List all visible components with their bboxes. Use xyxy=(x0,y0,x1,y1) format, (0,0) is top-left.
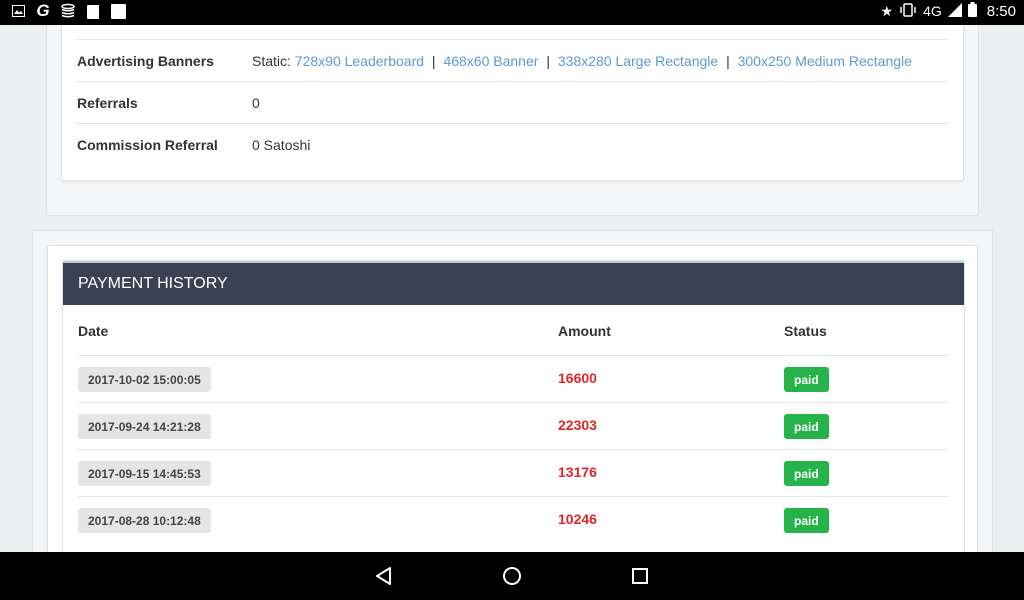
amount-value: 10246 xyxy=(558,511,597,527)
back-button[interactable] xyxy=(372,564,396,588)
referrals-row: Referrals 0 xyxy=(77,81,948,123)
date-label: 2017-09-15 14:45:53 xyxy=(78,461,211,486)
payment-history-panel: PAYMENT HISTORY Date Amount Status 2017-… xyxy=(62,260,965,552)
column-header-date: Date xyxy=(78,323,109,339)
commission-value: 0 Satoshi xyxy=(252,136,311,153)
network-type: 4G xyxy=(923,3,942,19)
navigation-bar xyxy=(0,552,1024,600)
column-header-amount: Amount xyxy=(558,323,611,339)
table-row: 2017-10-02 15:00:05 16600 paid xyxy=(78,355,949,402)
banner-link-728x90[interactable]: 728x90 Leaderboard xyxy=(295,53,424,69)
status-badge: paid xyxy=(784,461,829,486)
banner-link-468x60[interactable]: 468x60 Banner xyxy=(443,53,538,69)
table-row: 2017-08-28 10:12:48 10246 paid xyxy=(78,496,949,543)
date-label: 2017-10-02 15:00:05 xyxy=(78,367,211,392)
date-label: 2017-08-28 10:12:48 xyxy=(78,508,211,533)
amount-value: 13176 xyxy=(558,464,597,480)
payment-history-section: PAYMENT HISTORY Date Amount Status 2017-… xyxy=(32,230,993,552)
star-icon: ★ xyxy=(880,2,894,19)
payment-history-title: PAYMENT HISTORY xyxy=(63,261,964,305)
clock: 8:50 xyxy=(986,2,1016,20)
banner-link-338x280[interactable]: 338x280 Large Rectangle xyxy=(558,53,718,69)
status-badge: paid xyxy=(784,508,829,533)
advertising-banners-row: Advertising Banners Static: 728x90 Leade… xyxy=(77,39,948,81)
coins-icon xyxy=(60,3,76,19)
separator: | xyxy=(546,52,550,69)
info-value: Static: 728x90 Leaderboard | 468x60 Bann… xyxy=(252,53,912,69)
table-row: 2017-09-24 14:21:28 22303 paid xyxy=(78,402,949,449)
status-badge: paid xyxy=(784,367,829,392)
info-label: Referrals xyxy=(77,94,138,111)
commission-referral-row: Commission Referral 0 Satoshi xyxy=(77,123,948,165)
signal-icon xyxy=(947,2,962,20)
square-icon xyxy=(110,3,126,19)
vibrate-icon xyxy=(899,2,917,20)
amount-value: 22303 xyxy=(558,417,597,433)
referral-panel: Advertising Banners Static: 728x90 Leade… xyxy=(46,25,979,216)
clipboard-icon xyxy=(85,3,101,19)
payment-history-card: PAYMENT HISTORY Date Amount Status 2017-… xyxy=(47,245,978,552)
static-prefix: Static: xyxy=(252,52,295,69)
status-badge: paid xyxy=(784,414,829,439)
separator: | xyxy=(726,52,730,69)
battery-icon xyxy=(967,2,977,20)
image-icon xyxy=(10,3,26,19)
amount-value: 16600 xyxy=(558,370,597,386)
separator: | xyxy=(431,52,436,69)
banner-link-300x250[interactable]: 300x250 Medium Rectangle xyxy=(738,53,912,69)
table-row: 2017-09-15 14:45:53 13176 paid xyxy=(78,449,949,496)
info-label: Commission Referral xyxy=(77,136,218,153)
referrals-count: 0 xyxy=(252,94,260,111)
column-header-status: Status xyxy=(784,323,827,339)
recents-button[interactable] xyxy=(628,564,652,588)
g-logo-icon: G xyxy=(36,1,50,20)
status-bar: G ★ 4G 8:50 xyxy=(0,0,1024,25)
info-label: Advertising Banners xyxy=(77,52,214,69)
referral-info-card: Advertising Banners Static: 728x90 Leade… xyxy=(61,25,964,181)
date-label: 2017-09-24 14:21:28 xyxy=(78,414,211,439)
home-button[interactable] xyxy=(500,564,524,588)
page-content: Advertising Banners Static: 728x90 Leade… xyxy=(0,25,1024,552)
